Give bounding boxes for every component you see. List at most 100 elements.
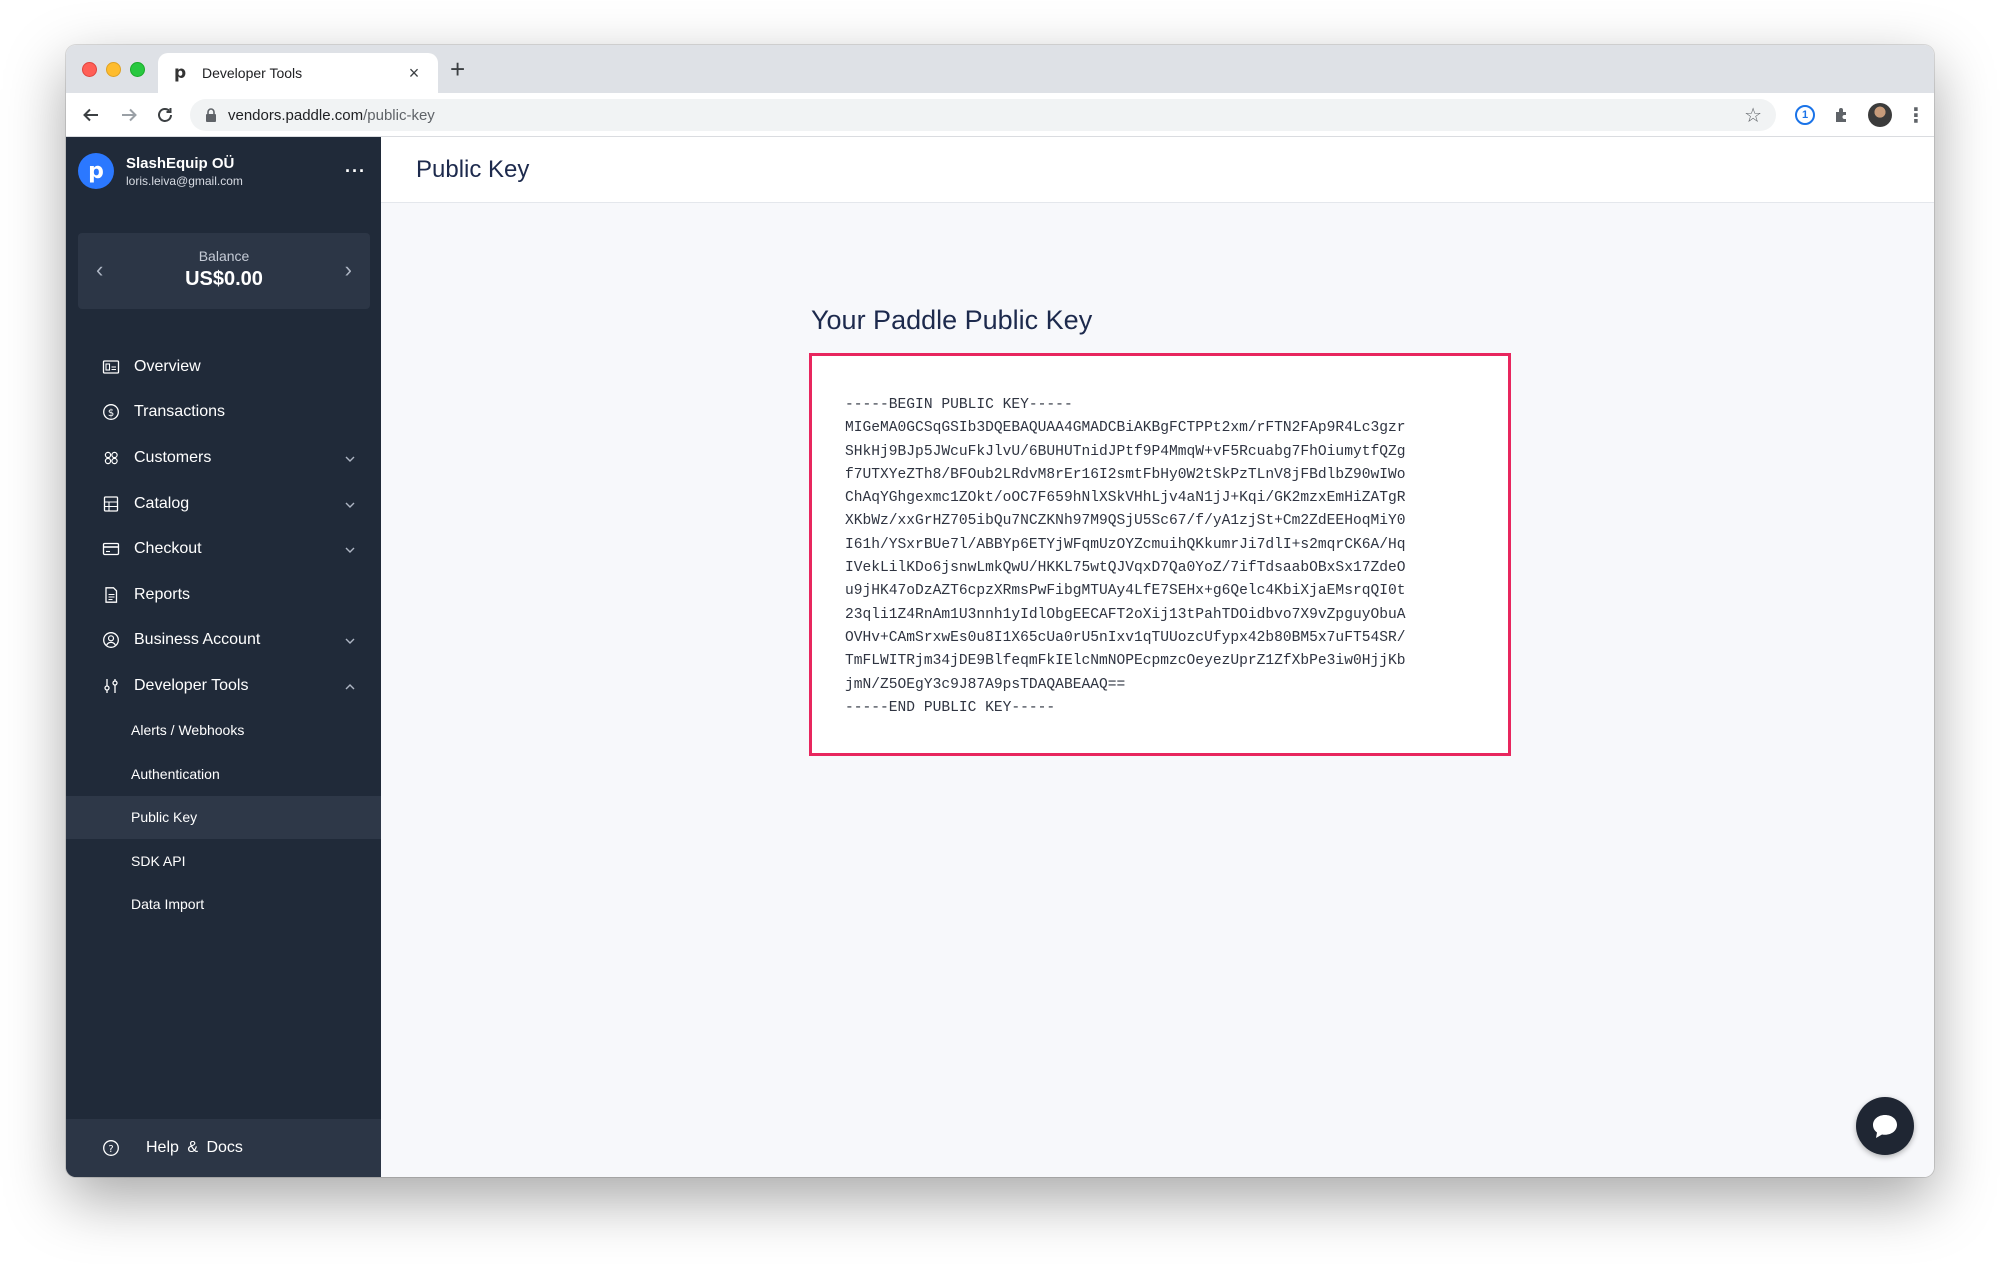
key-line: 23qli1Z4RnAm1U3nnh1yIdlObgEECAFT2oXij13t…: [845, 606, 1406, 623]
sidebar-item-label: Catalog: [134, 494, 190, 512]
paddle-logo-icon: p: [78, 153, 114, 189]
url-host: vendors.paddle.com: [228, 106, 364, 124]
sidebar-item-transactions[interactable]: $ Transactions: [66, 390, 381, 436]
sidebar-subitem-sdk-api[interactable]: SDK API: [66, 839, 381, 882]
help-icon: ?: [102, 1139, 120, 1157]
tab-strip: p Developer Tools × +: [66, 45, 1934, 93]
key-line: OVHv+CAmSrxwEs0u8I1X65cUa0rU5nIxv1qTUUoz…: [845, 629, 1406, 646]
extensions-button[interactable]: [1830, 103, 1854, 127]
balance-prev-icon[interactable]: ‹: [96, 257, 103, 283]
key-line: MIGeMA0GCSqGSIb3DQEBAQUAA4GMADCBiAKBgFCT…: [845, 420, 1406, 437]
key-line: XKbWz/xxGrHZ705ibQu7NCZKNh97M9QSjU5Sc67/…: [845, 513, 1406, 530]
sidebar-item-catalog[interactable]: Catalog: [66, 481, 381, 527]
url-path: /public-key: [363, 106, 435, 124]
main-content: Public Key Your Paddle Public Key -----B…: [381, 137, 1934, 1177]
avatar: [1868, 103, 1892, 127]
dollar-icon: $: [102, 403, 120, 421]
sidebar-item-developer-tools[interactable]: Developer Tools: [66, 663, 381, 709]
forward-button[interactable]: [114, 100, 144, 130]
minimize-window-button[interactable]: [106, 62, 121, 77]
sidebar-item-label: Business Account: [134, 631, 261, 649]
url-text: vendors.paddle.com/public-key: [228, 107, 1744, 124]
address-bar[interactable]: vendors.paddle.com/public-key ☆: [190, 99, 1776, 131]
svg-text:?: ?: [108, 1144, 113, 1155]
balance-value: US$0.00: [185, 268, 263, 290]
lock-icon: [206, 108, 216, 122]
new-tab-button[interactable]: +: [450, 55, 465, 83]
key-line: -----END PUBLIC KEY-----: [845, 699, 1056, 716]
sliders-icon: [102, 677, 120, 695]
back-arrow-icon: [83, 108, 98, 122]
password-manager-extension[interactable]: 1: [1793, 103, 1817, 127]
catalog-icon: [102, 495, 120, 513]
chevron-down-icon: [343, 633, 357, 647]
sidebar-item-checkout[interactable]: Checkout: [66, 526, 381, 572]
chevron-down-icon: [343, 451, 357, 465]
sidebar-item-label: Reports: [134, 585, 191, 603]
sidebar-item-label: Checkout: [134, 540, 202, 558]
sidebar-item-overview[interactable]: Overview: [66, 344, 381, 390]
kebab-menu-icon: ⋮: [1906, 104, 1926, 127]
page-title: Public Key: [416, 155, 530, 183]
sidebar-subitem-alerts-webhooks[interactable]: Alerts / Webhooks: [66, 709, 381, 752]
browser-tab[interactable]: p Developer Tools ×: [158, 53, 438, 93]
chat-launcher-button[interactable]: [1856, 1097, 1914, 1155]
key-line: jmN/Z5OEgY3c9J87A9psTDAQABEAAQ==: [845, 676, 1126, 693]
key-line: TmFLWITRjm34jDE9BlfeqmFkIElcNmNOPEcpmzcO…: [845, 653, 1406, 670]
browser-toolbar: vendors.paddle.com/public-key ☆ 1 ⋮: [66, 93, 1934, 137]
browser-menu-button[interactable]: ⋮: [1904, 103, 1928, 127]
key-line: SHkHj9BJp5JWcuFkJlvU/6BUHUTnidJPtf9P4Mmq…: [845, 443, 1406, 460]
account-switcher[interactable]: p SlashEquip OÜ loris.leiva@gmail.com ··…: [78, 153, 368, 189]
key-line: ChAqYGhgexmc1ZOkt/oOC7F659hNlXSkVHhLjv4a…: [845, 490, 1406, 507]
bookmark-star-icon[interactable]: ☆: [1744, 103, 1762, 128]
overview-icon: [102, 358, 120, 376]
sidebar-subitem-public-key[interactable]: Public Key: [66, 795, 381, 839]
balance-next-icon[interactable]: ›: [345, 257, 352, 283]
sidebar-item-reports[interactable]: Reports: [66, 572, 381, 618]
more-options-icon[interactable]: ···: [345, 161, 366, 182]
close-tab-icon[interactable]: ×: [404, 63, 424, 84]
close-window-button[interactable]: [82, 62, 97, 77]
balance-label: Balance: [198, 248, 250, 264]
card-icon: [102, 540, 120, 558]
key-line: I61h/YSxrBUe7l/ABBYp6ETYjWFqmUzOYZcmuihQ…: [845, 536, 1406, 553]
reload-icon: [158, 108, 172, 122]
account-icon: [102, 631, 120, 649]
help-docs-label: Help & Docs: [146, 1139, 243, 1156]
sidebar-nav: Overview $ Transactions Customers Catalo…: [66, 344, 381, 926]
onepassword-icon: 1: [1795, 105, 1815, 125]
page-header: Public Key: [381, 137, 1934, 203]
account-name: SlashEquip OÜ: [126, 154, 235, 172]
sidebar-item-label: Transactions: [134, 403, 225, 421]
chevron-down-icon: [343, 497, 357, 511]
sidebar-item-business-account[interactable]: Business Account: [66, 618, 381, 664]
sidebar-item-customers[interactable]: Customers: [66, 435, 381, 481]
profile-button[interactable]: [1868, 103, 1892, 127]
maximize-window-button[interactable]: [130, 62, 145, 77]
public-key-heading: Your Paddle Public Key: [811, 305, 1093, 335]
puzzle-icon: [1836, 108, 1846, 122]
sidebar-subitem-authentication[interactable]: Authentication: [66, 752, 381, 795]
back-button[interactable]: [76, 100, 106, 130]
reload-button[interactable]: [150, 100, 180, 130]
key-line: f7UTXYeZTh8/BFOub2LRdvM8rEr16I2smtFbHy0W…: [845, 466, 1406, 483]
sidebar-item-label: Customers: [134, 448, 212, 466]
paddle-favicon-icon: p: [174, 63, 187, 83]
sidebar: p SlashEquip OÜ loris.leiva@gmail.com ··…: [66, 137, 381, 1177]
sidebar-item-label: Developer Tools: [134, 676, 249, 694]
browser-window: p Developer Tools × + vendors.paddle.com…: [66, 45, 1934, 1177]
customers-icon: [102, 449, 120, 467]
tab-title: Developer Tools: [202, 65, 303, 81]
key-line: IVekLilKDo6jsnwLmkQwU/HKKL75wtQJVqxD7Qa0…: [845, 560, 1406, 577]
svg-text:$: $: [108, 408, 114, 419]
key-line: -----BEGIN PUBLIC KEY-----: [845, 397, 1073, 413]
public-key-box[interactable]: -----BEGIN PUBLIC KEY----- MIGeMA0GCSqGS…: [809, 353, 1511, 756]
sidebar-subitem-data-import[interactable]: Data Import: [66, 882, 381, 925]
help-docs-link[interactable]: ? Help & Docs: [66, 1119, 381, 1177]
account-email: loris.leiva@gmail.com: [126, 173, 243, 188]
chevron-up-icon: [343, 679, 357, 693]
balance-card: ‹ › Balance US$0.00: [78, 233, 370, 309]
key-line: u9jHK47oDzAZT6cpzXRmsPwFibgMTUAy4LfE7SEH…: [845, 583, 1406, 600]
forward-arrow-icon: [122, 108, 137, 122]
chevron-down-icon: [343, 542, 357, 556]
